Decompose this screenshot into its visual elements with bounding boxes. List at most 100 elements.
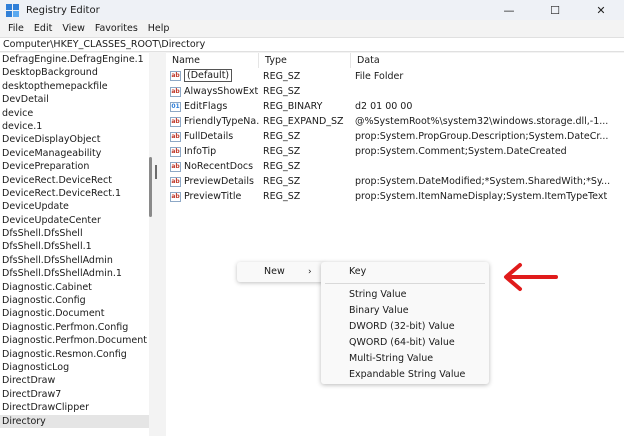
column-header-type[interactable]: Type <box>259 53 351 68</box>
value-type: REG_SZ <box>263 161 301 172</box>
tree-item[interactable]: DefragEngine.DefragEngine.1 <box>0 53 152 66</box>
annotation-arrow-icon <box>504 263 558 291</box>
value-name: PreviewTitle <box>184 191 242 202</box>
menu-file[interactable]: File <box>3 23 29 34</box>
submenu-item-key[interactable]: Key <box>321 264 489 279</box>
tree-item[interactable]: DevicePreparation <box>0 160 152 173</box>
menu-edit[interactable]: Edit <box>29 23 57 34</box>
value-row[interactable]: ab AlwaysShowExt REG_SZ <box>166 84 624 99</box>
submenu-item-qword-value[interactable]: QWORD (64-bit) Value <box>321 335 489 350</box>
tree-item[interactable]: DfsShell.DfsShell.1 <box>0 240 152 253</box>
tree-item[interactable]: desktopthemepackfile <box>0 80 152 93</box>
address-bar[interactable]: Computer\HKEY_CLASSES_ROOT\Directory <box>0 37 624 52</box>
submenu-item-string-value[interactable]: String Value <box>321 287 489 302</box>
value-name: FullDetails <box>184 131 234 142</box>
chevron-right-icon: › <box>308 267 312 277</box>
menu-favorites[interactable]: Favorites <box>90 23 143 34</box>
new-submenu: Key String Value Binary Value DWORD (32-… <box>321 262 489 384</box>
string-value-icon: ab <box>170 176 181 187</box>
string-value-icon: ab <box>170 191 181 202</box>
string-value-icon: ab <box>170 161 181 172</box>
tree-item[interactable]: DeviceRect.DeviceRect.1 <box>0 187 152 200</box>
menu-view[interactable]: View <box>57 23 90 34</box>
splitter-grip[interactable] <box>155 165 157 179</box>
value-row[interactable]: 01 EditFlags REG_BINARY d2 01 00 00 <box>166 99 624 114</box>
value-row[interactable]: ab NoRecentDocs REG_SZ <box>166 159 624 174</box>
tree-item[interactable]: Diagnostic.Resmon.Config <box>0 348 152 361</box>
value-type: REG_SZ <box>263 176 301 187</box>
tree-item[interactable]: DfsShell.DfsShellAdmin <box>0 254 152 267</box>
value-name: FriendlyTypeNa... <box>184 116 260 127</box>
tree-item[interactable]: device.1 <box>0 120 152 133</box>
value-data: prop:System.ItemNameDisplay;System.ItemT… <box>355 191 608 202</box>
tree-item[interactable]: Diagnostic.Perfmon.Document <box>0 334 152 347</box>
maximize-button[interactable]: ☐ <box>532 0 578 20</box>
tree-item[interactable]: DfsShell.DfsShellAdmin.1 <box>0 267 152 280</box>
tree-item[interactable]: Diagnostic.Cabinet <box>0 281 152 294</box>
value-type: REG_SZ <box>263 191 301 202</box>
value-name: (Default) <box>184 69 233 82</box>
submenu-separator <box>325 283 485 284</box>
submenu-item-dword-value[interactable]: DWORD (32-bit) Value <box>321 319 489 334</box>
value-row[interactable]: ab PreviewDetails REG_SZ prop:System.Date… <box>166 174 624 189</box>
tree-item-selected[interactable]: Directory <box>0 414 152 428</box>
tree-item[interactable]: device <box>0 107 152 120</box>
value-data: prop:System.DateModified;*System.SharedW… <box>355 176 611 187</box>
value-data: prop:System.PropGroup.Description;System… <box>355 131 609 142</box>
value-row[interactable]: ab PreviewTitle REG_SZ prop:System.ItemNa… <box>166 189 624 204</box>
tree-item[interactable]: DesktopBackground <box>0 66 152 79</box>
registry-editor-icon <box>6 3 19 17</box>
value-type: REG_SZ <box>263 146 301 157</box>
tree-item[interactable]: DirectDraw <box>0 374 152 387</box>
value-name: InfoTip <box>184 146 217 157</box>
tree-item[interactable]: Diagnostic.Document <box>0 307 152 320</box>
column-header-name[interactable]: Name <box>166 53 259 68</box>
value-row[interactable]: ab InfoTip REG_SZ prop:System.Comment;Sys… <box>166 144 624 159</box>
value-row[interactable]: ab (Default) REG_SZ File Folder <box>166 69 624 84</box>
string-value-icon: ab <box>170 131 181 142</box>
pane-splitter[interactable] <box>152 53 166 436</box>
tree-item[interactable]: DeviceRect.DeviceRect <box>0 174 152 187</box>
value-name: EditFlags <box>184 101 228 112</box>
value-row[interactable]: ab FullDetails REG_SZ prop:System.PropGro… <box>166 129 624 144</box>
binary-value-icon: 01 <box>170 101 181 112</box>
value-name: AlwaysShowExt <box>184 86 259 97</box>
submenu-item-expandable-string-value[interactable]: Expandable String Value <box>321 367 489 382</box>
column-header-data[interactable]: Data <box>351 53 624 68</box>
close-button[interactable]: ✕ <box>578 0 624 20</box>
value-name: NoRecentDocs <box>184 161 254 172</box>
tree-item[interactable]: DevDetail <box>0 93 152 106</box>
tree-item[interactable]: Diagnostic.Perfmon.Config <box>0 321 152 334</box>
tree-item[interactable]: DirectDrawClipper <box>0 401 152 414</box>
value-data: prop:System.Comment;System.DateCreated <box>355 146 567 157</box>
value-data: File Folder <box>355 71 404 82</box>
string-value-icon: ab <box>170 86 181 97</box>
value-row[interactable]: ab FriendlyTypeNa... REG_EXPAND_SZ @%Syst… <box>166 114 624 129</box>
value-name: PreviewDetails <box>184 176 254 187</box>
value-type: REG_SZ <box>263 131 301 142</box>
value-type: REG_EXPAND_SZ <box>263 116 344 127</box>
minimize-button[interactable]: — <box>486 0 532 20</box>
string-value-icon: ab <box>170 146 181 157</box>
tree-item[interactable]: DeviceUpdateCenter <box>0 214 152 227</box>
submenu-item-multi-string-value[interactable]: Multi-String Value <box>321 351 489 366</box>
tree-item[interactable]: DeviceDisplayObject <box>0 133 152 146</box>
tree-item[interactable]: DfsShell.DfsShell <box>0 227 152 240</box>
key-tree-pane: DefragEngine.DefragEngine.1 DesktopBackg… <box>0 53 152 436</box>
menu-help[interactable]: Help <box>143 23 175 34</box>
submenu-item-binary-value[interactable]: Binary Value <box>321 303 489 318</box>
window-title: Registry Editor <box>26 4 100 16</box>
value-type: REG_BINARY <box>263 101 323 112</box>
value-type: REG_SZ <box>263 71 301 82</box>
tree-item[interactable]: DeviceManageability <box>0 147 152 160</box>
value-type: REG_SZ <box>263 86 301 97</box>
tree-item[interactable]: Diagnostic.Config <box>0 294 152 307</box>
title-bar: Registry Editor — ☐ ✕ <box>0 0 624 20</box>
value-data: d2 01 00 00 <box>355 101 413 112</box>
string-value-icon: ab <box>170 116 181 127</box>
context-menu-new[interactable]: New › <box>237 264 325 280</box>
tree-item[interactable]: DirectDraw7 <box>0 388 152 401</box>
menu-bar: File Edit View Favorites Help <box>0 20 624 37</box>
tree-item[interactable]: DiagnosticLog <box>0 361 152 374</box>
tree-item[interactable]: DeviceUpdate <box>0 200 152 213</box>
